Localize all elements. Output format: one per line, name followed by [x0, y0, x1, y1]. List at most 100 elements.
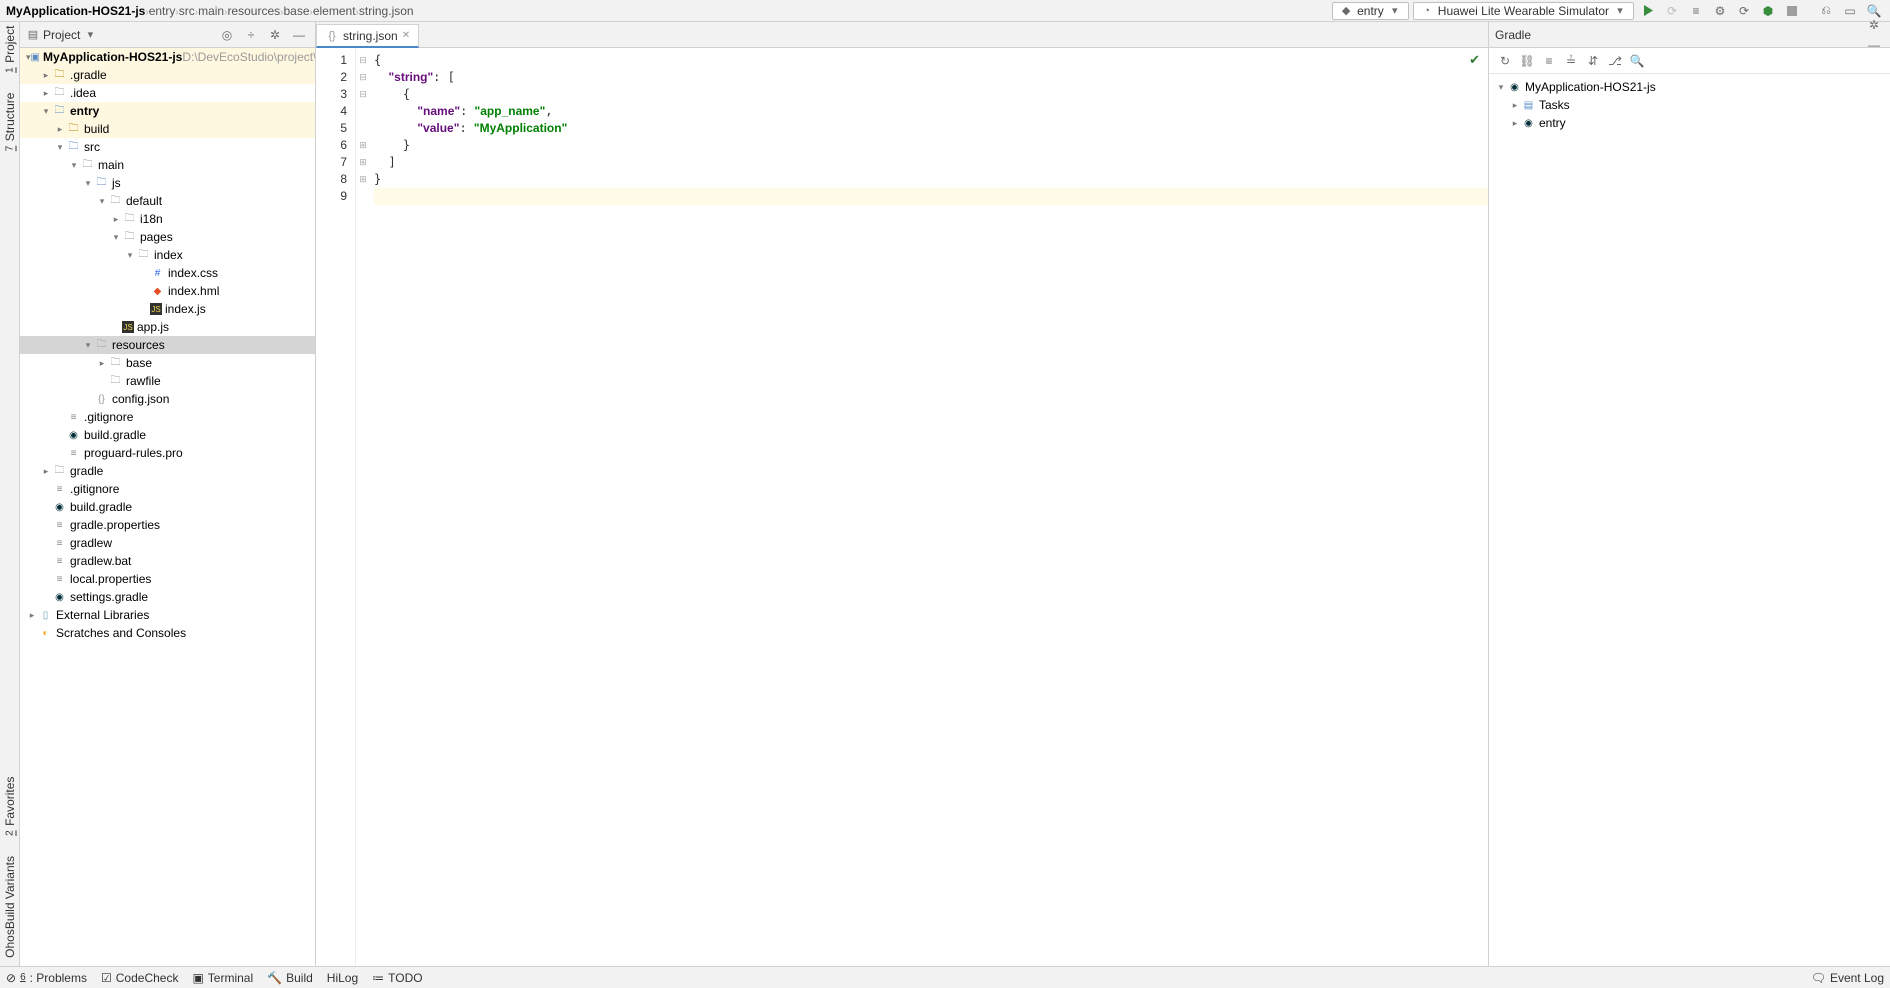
gradle-refresh-button[interactable]: ↻ — [1495, 51, 1515, 71]
tree-row[interactable]: ◆index.hml — [20, 282, 315, 300]
gradle-search-button[interactable]: 🔍 — [1627, 51, 1647, 71]
tree-arrow-icon[interactable]: ▾ — [54, 142, 66, 153]
breadcrumb-item[interactable]: resources — [227, 4, 280, 18]
tree-arrow-icon[interactable]: ▾ — [40, 106, 52, 117]
todo-tab[interactable]: ≔TODO — [372, 971, 422, 985]
close-tab-icon[interactable]: ✕ — [402, 30, 410, 41]
gradle-tree[interactable]: ▾◉MyApplication-HOS21-js▸▤Tasks▸◉entry — [1489, 74, 1890, 966]
tree-arrow-icon[interactable]: ▸ — [26, 610, 38, 621]
breadcrumb-item[interactable]: src — [179, 4, 195, 18]
tree-arrow-icon[interactable]: ▸ — [40, 466, 52, 477]
locate-button[interactable]: ◎ — [217, 25, 237, 45]
tree-row[interactable]: {}config.json — [20, 390, 315, 408]
tree-row[interactable]: 🗀rawfile — [20, 372, 315, 390]
gradle-collapse-button[interactable]: ≟ — [1561, 51, 1581, 71]
breadcrumb-item[interactable]: main — [198, 4, 224, 18]
settings-button[interactable]: ✲ — [265, 25, 285, 45]
problems-tab[interactable]: ⊘6: Problems — [6, 971, 87, 985]
tree-row[interactable]: ▾🗀pages — [20, 228, 315, 246]
gradle-tree-row[interactable]: ▸▤Tasks — [1489, 96, 1890, 114]
profile-button[interactable]: ⚙ — [1710, 1, 1730, 21]
tree-row[interactable]: JSapp.js — [20, 318, 315, 336]
tree-row[interactable]: ▸🗀i18n — [20, 210, 315, 228]
tree-arrow-icon[interactable]: ▾ — [68, 160, 80, 171]
breadcrumb-item[interactable]: entry — [149, 4, 176, 18]
code-content[interactable]: { "string": [ { "name": "app_name", "val… — [370, 48, 1488, 966]
gradle-tree-row[interactable]: ▸◉entry — [1489, 114, 1890, 132]
tree-arrow-icon[interactable]: ▸ — [1509, 100, 1521, 111]
gradle-toggle-button[interactable]: ⇵ — [1583, 51, 1603, 71]
inspection-ok-icon[interactable]: ✔ — [1469, 52, 1480, 68]
tree-row[interactable]: ▸🗀build — [20, 120, 315, 138]
tree-row[interactable]: ▸🗀.gradle — [20, 66, 315, 84]
build-variants-tool-tab[interactable]: OhosBuild Variants — [3, 856, 17, 958]
tree-arrow-icon[interactable]: ▾ — [1495, 82, 1507, 93]
project-tool-tab[interactable]: 1Project — [3, 26, 17, 73]
code-editor[interactable]: 123456789 ⊟⊟⊟⊞⊞⊞ { "string": [ { "name":… — [316, 48, 1488, 966]
stop-button[interactable] — [1782, 1, 1802, 21]
gradle-expand-button[interactable]: ≡ — [1539, 51, 1559, 71]
run-button[interactable] — [1638, 1, 1658, 21]
tree-row[interactable]: ◐Scratches and Consoles — [20, 624, 315, 642]
hilog-tab[interactable]: HiLog — [327, 971, 358, 985]
tree-row[interactable]: ◉build.gradle — [20, 498, 315, 516]
tree-row[interactable]: ◉build.gradle — [20, 426, 315, 444]
tree-row[interactable]: ▾🗀entry — [20, 102, 315, 120]
tree-arrow-icon[interactable]: ▸ — [1509, 118, 1521, 129]
tree-arrow-icon[interactable]: ▸ — [110, 214, 122, 225]
tree-arrow-icon[interactable]: ▸ — [96, 358, 108, 369]
tree-row[interactable]: ▸▯External Libraries — [20, 606, 315, 624]
codecheck-tab[interactable]: ☑CodeCheck — [101, 971, 178, 985]
tree-arrow-icon[interactable]: ▾ — [82, 178, 94, 189]
terminal-tab[interactable]: ▣Terminal — [192, 971, 253, 985]
tree-arrow-icon[interactable]: ▾ — [124, 250, 136, 261]
tree-row[interactable]: ≡local.properties — [20, 570, 315, 588]
tree-row[interactable]: ▸🗀.idea — [20, 84, 315, 102]
structure-tool-tab[interactable]: 7Structure — [3, 93, 17, 151]
tree-row[interactable]: ≡.gitignore — [20, 480, 315, 498]
tree-row[interactable]: ▾🗀resources — [20, 336, 315, 354]
tree-row[interactable]: ▸🗀gradle — [20, 462, 315, 480]
tree-arrow-icon[interactable]: ▸ — [54, 124, 66, 135]
minimize-button[interactable]: — — [289, 25, 309, 45]
tree-row[interactable]: ≡gradlew — [20, 534, 315, 552]
gradle-tree-row[interactable]: ▾◉MyApplication-HOS21-js — [1489, 78, 1890, 96]
sync-button[interactable]: ⎌ — [1816, 1, 1836, 21]
breadcrumb-item[interactable]: base — [283, 4, 309, 18]
tree-arrow-icon[interactable]: ▸ — [40, 88, 52, 99]
gradle-settings-button[interactable]: ✲ — [1864, 15, 1884, 35]
project-tree[interactable]: ▾▣MyApplication-HOS21-js D:\DevEcoStudio… — [20, 48, 315, 966]
tree-row[interactable]: ≡gradlew.bat — [20, 552, 315, 570]
tree-arrow-icon[interactable]: ▾ — [82, 340, 94, 351]
attach-debugger-button[interactable]: ⟳ — [1734, 1, 1754, 21]
tree-row[interactable]: JSindex.js — [20, 300, 315, 318]
tree-row[interactable]: ≡.gitignore — [20, 408, 315, 426]
device-selector[interactable]: ◔ Huawei Lite Wearable Simulator ▾ — [1413, 2, 1634, 20]
tree-row[interactable]: ▾🗀index — [20, 246, 315, 264]
expand-button[interactable]: ÷ — [241, 25, 261, 45]
tree-row[interactable]: ≡gradle.properties — [20, 516, 315, 534]
avd-button[interactable]: ▭ — [1840, 1, 1860, 21]
gradle-attach-button[interactable]: ⛓ — [1517, 51, 1537, 71]
fold-column[interactable]: ⊟⊟⊟⊞⊞⊞ — [356, 48, 370, 966]
gradle-execute-button[interactable]: ⎇ — [1605, 51, 1625, 71]
editor-tab[interactable]: {} string.json ✕ — [316, 24, 419, 48]
tree-row[interactable]: ▾🗀src — [20, 138, 315, 156]
tree-row[interactable]: ▾▣MyApplication-HOS21-js D:\DevEcoStudio… — [20, 48, 315, 66]
breadcrumb-item[interactable]: element — [313, 4, 356, 18]
coverage-button[interactable]: ≡ — [1686, 1, 1706, 21]
tree-arrow-icon[interactable]: ▾ — [96, 196, 108, 207]
tree-row[interactable]: ≡proguard-rules.pro — [20, 444, 315, 462]
breadcrumb-item[interactable]: MyApplication-HOS21-js — [6, 4, 145, 18]
breadcrumb-item[interactable]: string.json — [359, 4, 414, 18]
tree-row[interactable]: ▾🗀js — [20, 174, 315, 192]
tree-row[interactable]: #index.css — [20, 264, 315, 282]
tree-row[interactable]: ▾🗀default — [20, 192, 315, 210]
event-log-tab[interactable]: 🗨Event Log — [1811, 971, 1884, 985]
build-tab[interactable]: 🔨Build — [267, 971, 313, 985]
debug2-button[interactable]: ⬢ — [1758, 1, 1778, 21]
tree-arrow-icon[interactable]: ▾ — [110, 232, 122, 243]
tree-row[interactable]: ▾🗀main — [20, 156, 315, 174]
tree-row[interactable]: ▸🗀base — [20, 354, 315, 372]
project-view-selector[interactable]: ▤ Project ▾ — [26, 28, 97, 42]
